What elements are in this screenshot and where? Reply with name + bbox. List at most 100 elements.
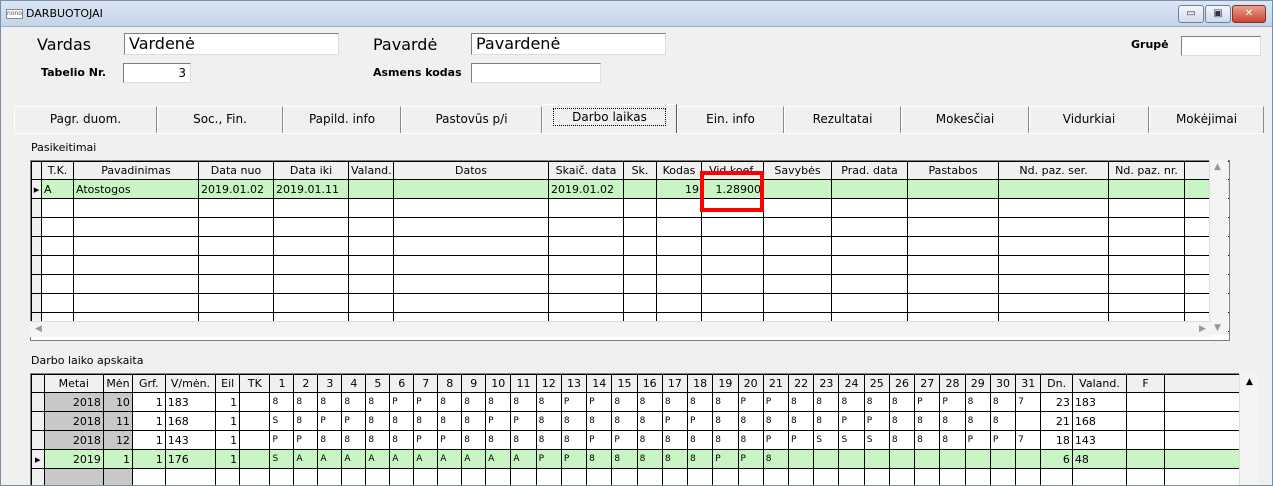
tab-pastovūs-p-i[interactable]: Pastovūs p/i bbox=[401, 106, 542, 133]
column-header[interactable]: Metai bbox=[43, 374, 104, 393]
column-header[interactable]: Nd. paz. ser. bbox=[998, 161, 1109, 180]
column-header[interactable]: 6 bbox=[389, 374, 415, 393]
column-header[interactable] bbox=[1164, 374, 1241, 393]
table-row[interactable] bbox=[31, 293, 1229, 313]
tab-mokesčiai[interactable]: Mokesčiai bbox=[901, 106, 1029, 133]
column-header[interactable]: Pavadinimas bbox=[73, 161, 199, 180]
column-header[interactable]: 25 bbox=[863, 374, 890, 393]
maximize-button[interactable]: ▣ bbox=[1205, 5, 1231, 23]
column-header[interactable]: V/mėn. bbox=[164, 374, 217, 393]
column-header[interactable]: Mėn bbox=[102, 374, 133, 393]
row-indicator-header[interactable] bbox=[31, 161, 42, 180]
column-header[interactable]: 22 bbox=[787, 374, 815, 393]
vardas-input[interactable]: Vardenė bbox=[124, 33, 339, 55]
darbo-laiko-grid[interactable]: Metai Mėn Grf. V/mėn. Eil TK 1 2 3 4 5 6 7 8 9 10 11 12 13… bbox=[30, 373, 1258, 485]
title-bar[interactable]: nono DARBUOTOJAI ▭ ▣ ✕ bbox=[1, 1, 1272, 27]
tab-papild-info[interactable]: Papild. info bbox=[283, 106, 401, 133]
column-header[interactable]: 27 bbox=[914, 374, 941, 393]
column-header[interactable]: 20 bbox=[737, 374, 764, 393]
scroll-left-arrow-icon[interactable]: ◀ bbox=[31, 324, 46, 334]
scroll-down-arrow-icon[interactable]: ▼ bbox=[1210, 323, 1225, 333]
column-header[interactable]: T.K. bbox=[41, 161, 74, 180]
column-header[interactable]: 9 bbox=[461, 374, 487, 393]
column-header[interactable]: 31 bbox=[1015, 374, 1042, 393]
close-button[interactable]: ✕ bbox=[1232, 5, 1266, 23]
column-header[interactable]: TK bbox=[239, 374, 271, 393]
tab-mokėjimai[interactable]: Mokėjimai bbox=[1149, 106, 1264, 133]
column-header[interactable]: Datos bbox=[393, 161, 549, 180]
column-header[interactable]: 13 bbox=[560, 374, 588, 393]
table-row[interactable] bbox=[31, 236, 1229, 256]
scroll-up-arrow-icon[interactable]: ▲ bbox=[1242, 377, 1257, 387]
column-header[interactable]: Kodas bbox=[656, 161, 702, 180]
table-row[interactable] bbox=[31, 468, 1241, 485]
column-header[interactable]: 29 bbox=[964, 374, 991, 393]
tab-ein-info[interactable]: Ein. info bbox=[677, 106, 784, 133]
column-header[interactable]: 24 bbox=[838, 374, 865, 393]
column-header[interactable]: Data nuo bbox=[198, 161, 274, 180]
highlight-box bbox=[700, 171, 764, 212]
column-header[interactable]: Grf. bbox=[131, 374, 166, 393]
tab-rezultatai[interactable]: Rezultatai bbox=[784, 106, 901, 133]
scroll-up-arrow-icon[interactable]: ▲ bbox=[1210, 162, 1225, 172]
table-row[interactable] bbox=[31, 217, 1229, 237]
column-header[interactable]: Dn. bbox=[1040, 374, 1073, 393]
pasikeitimai-vscrollbar[interactable]: ▲ ▼ bbox=[1209, 160, 1228, 335]
column-header[interactable]: 26 bbox=[888, 374, 916, 393]
table-row[interactable] bbox=[31, 198, 1229, 218]
tab-soc-fin[interactable]: Soc., Fin. bbox=[157, 106, 283, 133]
column-header[interactable]: 7 bbox=[413, 374, 439, 393]
column-header[interactable]: 19 bbox=[712, 374, 739, 393]
scroll-right-arrow-icon[interactable]: ▶ bbox=[1195, 324, 1210, 334]
column-header[interactable]: 10 bbox=[485, 374, 512, 393]
column-header[interactable]: F bbox=[1126, 374, 1165, 393]
column-header[interactable]: Valand. bbox=[1071, 374, 1128, 393]
minimize-button[interactable]: ▭ bbox=[1178, 5, 1204, 23]
column-header[interactable]: 3 bbox=[317, 374, 343, 393]
table-row[interactable]: ▸ A Atostogos 2019.01.02 2019.01.11 2019.01.0… bbox=[31, 179, 1229, 199]
column-header[interactable]: Savybės bbox=[763, 161, 832, 180]
row-indicator-header[interactable] bbox=[31, 374, 45, 393]
pavarde-input[interactable]: Pavardenė bbox=[471, 33, 666, 55]
column-header[interactable]: Prad. data bbox=[831, 161, 908, 180]
column-header[interactable]: 2 bbox=[293, 374, 319, 393]
table-row[interactable] bbox=[31, 255, 1229, 275]
table-row[interactable] bbox=[31, 274, 1229, 294]
column-header[interactable]: Eil bbox=[215, 374, 241, 393]
table-row[interactable]: 2018 10 1 183 1 8 8 8 8 8 P P 8 8 8 8 8 P P 8 8 8 8 8 P P 8 8 8 8 8 P P 8… bbox=[31, 392, 1241, 412]
pasikeitimai-hscrollbar[interactable]: ◀ ▶ bbox=[30, 321, 1211, 337]
column-header[interactable]: Skaič. data bbox=[548, 161, 624, 180]
column-header[interactable]: 11 bbox=[510, 374, 537, 393]
column-header[interactable]: 14 bbox=[586, 374, 613, 393]
table-cell: 8 bbox=[389, 411, 415, 431]
pasikeitimai-grid[interactable]: T.K. Pavadinimas Data nuo Data iki Valand. Da… bbox=[30, 160, 1230, 341]
column-header[interactable]: Valand. bbox=[348, 161, 394, 180]
column-header[interactable]: 30 bbox=[989, 374, 1017, 393]
darbo-vscrollbar[interactable]: ▲ bbox=[1239, 373, 1258, 485]
tab-vidurkiai[interactable]: Vidurkiai bbox=[1029, 106, 1149, 133]
column-header[interactable]: 21 bbox=[762, 374, 789, 393]
table-row[interactable]: 2018 12 1 143 1 P P 8 8 8 8 P P 8 8 8 8 8 P P 8 8 8 8 8 P P S S S 8 8 8 P… bbox=[31, 430, 1241, 450]
grupe-input[interactable] bbox=[1181, 36, 1261, 56]
column-header[interactable]: Pastabos bbox=[907, 161, 999, 180]
table-row[interactable]: 2018 11 1 168 1 S 8 P P 8 8 8 8 8 P P 8 8 8 8 8 P P 8 8 8 8 8 P P 8 8 8 8… bbox=[31, 411, 1241, 431]
column-header[interactable]: 18 bbox=[687, 374, 714, 393]
column-header[interactable]: 12 bbox=[535, 374, 562, 393]
column-header[interactable]: Data iki bbox=[273, 161, 349, 180]
tabelio-input[interactable]: 3 bbox=[123, 63, 191, 83]
column-header[interactable]: 1 bbox=[269, 374, 295, 393]
column-header[interactable]: 4 bbox=[341, 374, 367, 393]
column-header[interactable]: 5 bbox=[365, 374, 391, 393]
tab-pagr-duom[interactable]: Pagr. duom. bbox=[14, 106, 157, 133]
tab-darbo-laikas[interactable]: Darbo laikas bbox=[542, 104, 677, 134]
column-header[interactable]: 28 bbox=[939, 374, 966, 393]
column-header[interactable]: 8 bbox=[437, 374, 463, 393]
column-header[interactable]: 16 bbox=[636, 374, 663, 393]
asmens-kodas-input[interactable] bbox=[471, 63, 601, 83]
column-header[interactable]: 15 bbox=[611, 374, 638, 393]
column-header[interactable]: 17 bbox=[661, 374, 689, 393]
column-header[interactable]: 23 bbox=[813, 374, 840, 393]
table-row[interactable]: ▸ 2019 1 1 176 1 S A A A A A A A A A A P P 8 8 8 8 8 P P 8 6 48 bbox=[31, 449, 1241, 469]
column-header[interactable]: Sk. bbox=[623, 161, 657, 180]
column-header[interactable]: Nd. paz. nr. bbox=[1108, 161, 1185, 180]
